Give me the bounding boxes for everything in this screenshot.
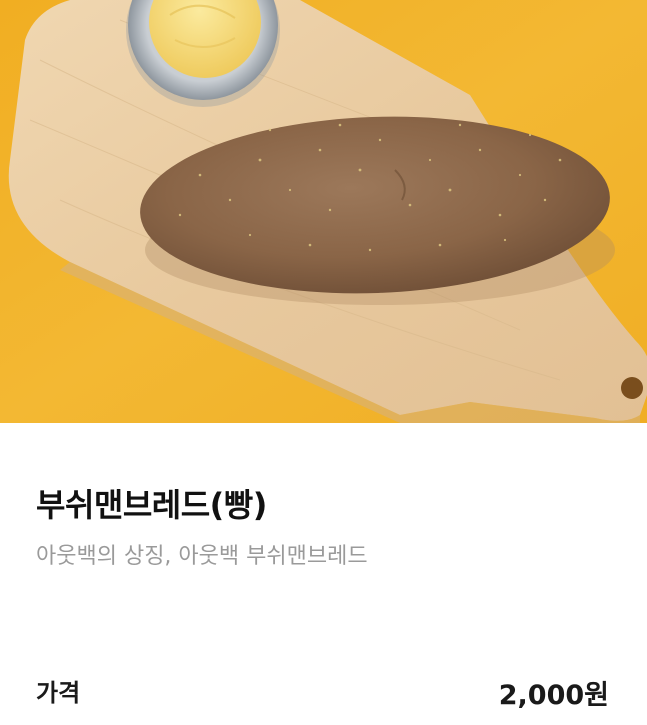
product-details: 부쉬맨브레드(빵) 아웃백의 상징, 아웃백 부쉬맨브레드 가격 2,000원 <box>0 423 647 725</box>
product-description: 아웃백의 상징, 아웃백 부쉬맨브레드 <box>36 544 368 569</box>
product-photo-illustration <box>0 0 647 423</box>
price-label: 가격 <box>36 679 81 707</box>
price-value: 2,000원 <box>498 680 609 711</box>
product-image <box>0 0 647 423</box>
product-title: 부쉬맨브레드(빵) <box>36 486 267 524</box>
